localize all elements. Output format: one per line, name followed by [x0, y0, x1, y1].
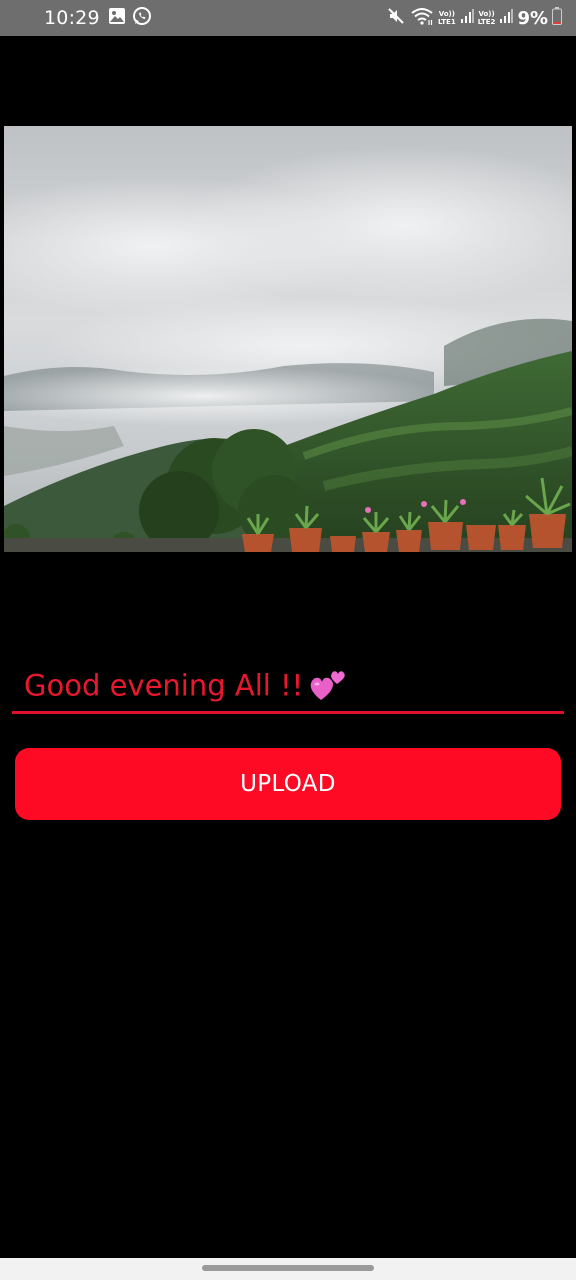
two-hearts-icon: [309, 666, 349, 709]
sim1-network-label: LTE1: [437, 18, 456, 26]
sim2-indicator: Vo)) LTE2: [478, 10, 496, 26]
caption-value: Good evening All !!: [24, 668, 304, 703]
upload-button[interactable]: UPLOAD: [15, 748, 561, 820]
mute-icon: [386, 6, 406, 30]
caption-input[interactable]: Good evening All !!: [12, 660, 564, 714]
photo-preview[interactable]: [4, 126, 572, 552]
sim2-volte-label: Vo)): [478, 10, 495, 18]
status-right-icons: Vo)) LTE1 Vo)) LTE2 9%: [386, 6, 562, 30]
gallery-icon: [108, 7, 126, 29]
whatsapp-icon: [132, 6, 152, 30]
status-time: 10:29: [44, 7, 100, 29]
wifi-icon: [410, 6, 434, 30]
signal-icon: [460, 8, 474, 28]
status-bar: 10:29 Vo)) LTE1 Vo)) LTE2 9%: [0, 0, 576, 36]
signal-icon: [499, 8, 514, 28]
sim1-volte-label: Vo)): [438, 10, 455, 18]
battery-percent: 9%: [517, 7, 548, 29]
caption-text: Good evening All !!: [24, 666, 349, 709]
status-left-icons: [108, 6, 152, 30]
sim2-network-label: LTE2: [477, 18, 496, 26]
sim1-indicator: Vo)) LTE1: [438, 10, 456, 26]
battery-icon: [552, 7, 562, 29]
gesture-handle[interactable]: [202, 1265, 374, 1271]
navigation-bar: [0, 1258, 576, 1280]
